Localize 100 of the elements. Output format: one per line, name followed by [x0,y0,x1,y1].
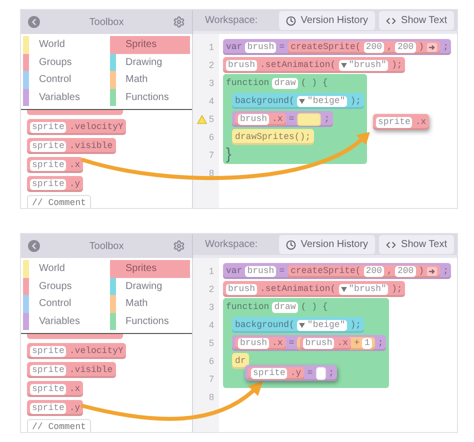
code-icon [386,240,396,250]
value-slot[interactable]: brush [245,266,276,276]
code-block[interactable]: var brush = createSprite( 200 , 200 ) ; [223,263,452,279]
code-block[interactable]: sprite .velocityY [27,119,126,135]
category-item[interactable]: Sprites [110,36,190,54]
code-block[interactable]: sprite .x [27,381,84,397]
line-number: 6 [208,356,214,366]
value-slot[interactable]: sprite [376,116,412,128]
code-block[interactable]: sprite .y [248,366,304,380]
value-slot[interactable]: brush [238,114,270,124]
code-block[interactable]: sprite .visible [27,138,116,154]
code-block[interactable]: background( "beige" ); [232,93,364,109]
back-icon[interactable] [28,16,40,28]
code-block[interactable]: createSprite( 200 , 200 ) [288,40,440,54]
code-block[interactable]: brush .setAnimation( "brush" ); [223,57,406,73]
code-block[interactable]: brush .x [235,112,286,126]
dropdown-slot[interactable]: "beige" [297,96,348,106]
line-number: 7 [208,150,214,160]
code-text: .visible [69,141,113,151]
code-text: ); [350,320,362,330]
value-slot[interactable]: 200 [395,42,416,52]
back-icon[interactable] [28,240,40,252]
code-block[interactable]: sprite .visible [27,362,116,378]
category-item[interactable]: Functions [110,88,190,106]
function-block[interactable]: function draw ( ) { background( "beige" ); brush .x = ; drawSprites(); } [223,74,368,164]
category-item[interactable]: World [23,36,104,54]
value-slot[interactable]: brush [245,42,276,52]
code-block[interactable]: brush .x [300,336,352,350]
category-item[interactable]: Control [23,71,104,88]
settings-icon[interactable] [173,16,185,28]
value-slot[interactable]: brush [238,338,270,348]
code-block[interactable]: createSprite( 200 , 200 ) [288,264,440,278]
value-slot[interactable]: draw [272,302,298,312]
code-block[interactable]: brush .x = brush .x + 1 ; [232,335,386,351]
value-slot[interactable]: sprite [30,160,66,170]
value-slot[interactable]: 200 [395,266,416,276]
arrow-icon[interactable] [427,42,438,52]
dropdown-slot[interactable]: "brush" [338,284,388,294]
comment-block[interactable]: // Comment [27,419,92,432]
value-slot[interactable]: sprite [30,402,66,414]
category-item[interactable]: Sprites [110,260,190,278]
code-block[interactable]: drawSprites(); [232,129,314,145]
value-slot[interactable]: sprite [30,122,66,132]
value-slot[interactable]: brush [226,60,258,70]
code-block[interactable]: brush .x = ; [232,111,333,127]
code-block[interactable]: brush .x [235,336,286,350]
code-block[interactable]: brush .setAnimation( "brush" ); [223,281,406,297]
value-slot[interactable]: sprite [251,368,288,378]
header-button[interactable]: Show Text [379,11,454,30]
code-text: = [307,368,313,378]
category-item[interactable]: Math [110,71,190,88]
value-slot[interactable]: 200 [364,266,384,276]
header-button[interactable]: Version History [278,11,376,30]
dropdown-slot[interactable]: "beige" [297,320,348,330]
value-slot[interactable]: sprite [30,364,66,376]
workspace-title: Workspace: [205,239,258,250]
code-text: createSprite( [290,42,361,52]
comment-block[interactable]: // Comment [27,195,92,208]
value-slot[interactable]: sprite [30,346,66,356]
header-button[interactable]: Version History [278,235,376,254]
dropdown-slot[interactable]: "brush" [338,60,388,70]
code-block[interactable]: dr [232,353,249,369]
value-slot[interactable]: sprite [30,178,66,190]
value-slot[interactable]: sprite [30,140,66,152]
category-item[interactable]: Math [110,295,190,312]
code-block[interactable]: sprite .y = ; [245,365,338,381]
value-slot[interactable]: draw [272,78,298,88]
code-text: drawSprites(); [235,132,311,142]
value-slot[interactable]: 1 [362,338,372,348]
code-block[interactable]: sprite .y [27,400,84,416]
category-item[interactable]: Drawing [110,278,190,295]
category-item[interactable]: Variables [23,312,104,330]
category-item[interactable]: Groups [23,54,104,71]
code-text: + [354,338,360,348]
value-slot[interactable]: brush [303,338,334,348]
arrow-icon[interactable] [427,266,438,276]
code-block[interactable]: sprite .x [373,114,430,130]
code-text: , [387,266,392,276]
value-slot[interactable]: sprite [30,384,66,394]
code-block[interactable]: background( "beige" ); [232,317,364,333]
code-block[interactable]: sprite .velocityY [27,343,126,359]
code-block[interactable]: brush .x + 1 [297,336,375,350]
code-text: ; [328,368,334,378]
category-item[interactable]: World [23,260,104,278]
settings-icon[interactable] [173,240,185,252]
code-block[interactable]: sprite .y [27,176,84,192]
category-item[interactable]: Groups [23,278,104,295]
code-text: = [288,114,294,124]
code-block[interactable]: sprite .x [27,157,84,173]
value-slot[interactable]: 200 [364,42,384,52]
category-item[interactable]: Functions [110,312,190,330]
header-button[interactable]: Show Text [379,235,454,254]
code-text: .x [337,338,348,348]
category-item[interactable]: Variables [23,88,104,106]
code-block[interactable]: var brush = createSprite( 200 , 200 ) ; [223,39,452,55]
value-slot[interactable]: brush [226,284,258,294]
category-item[interactable]: Drawing [110,54,190,71]
clock-icon [286,16,296,26]
empty-socket[interactable] [316,366,326,380]
category-item[interactable]: Control [23,295,104,312]
